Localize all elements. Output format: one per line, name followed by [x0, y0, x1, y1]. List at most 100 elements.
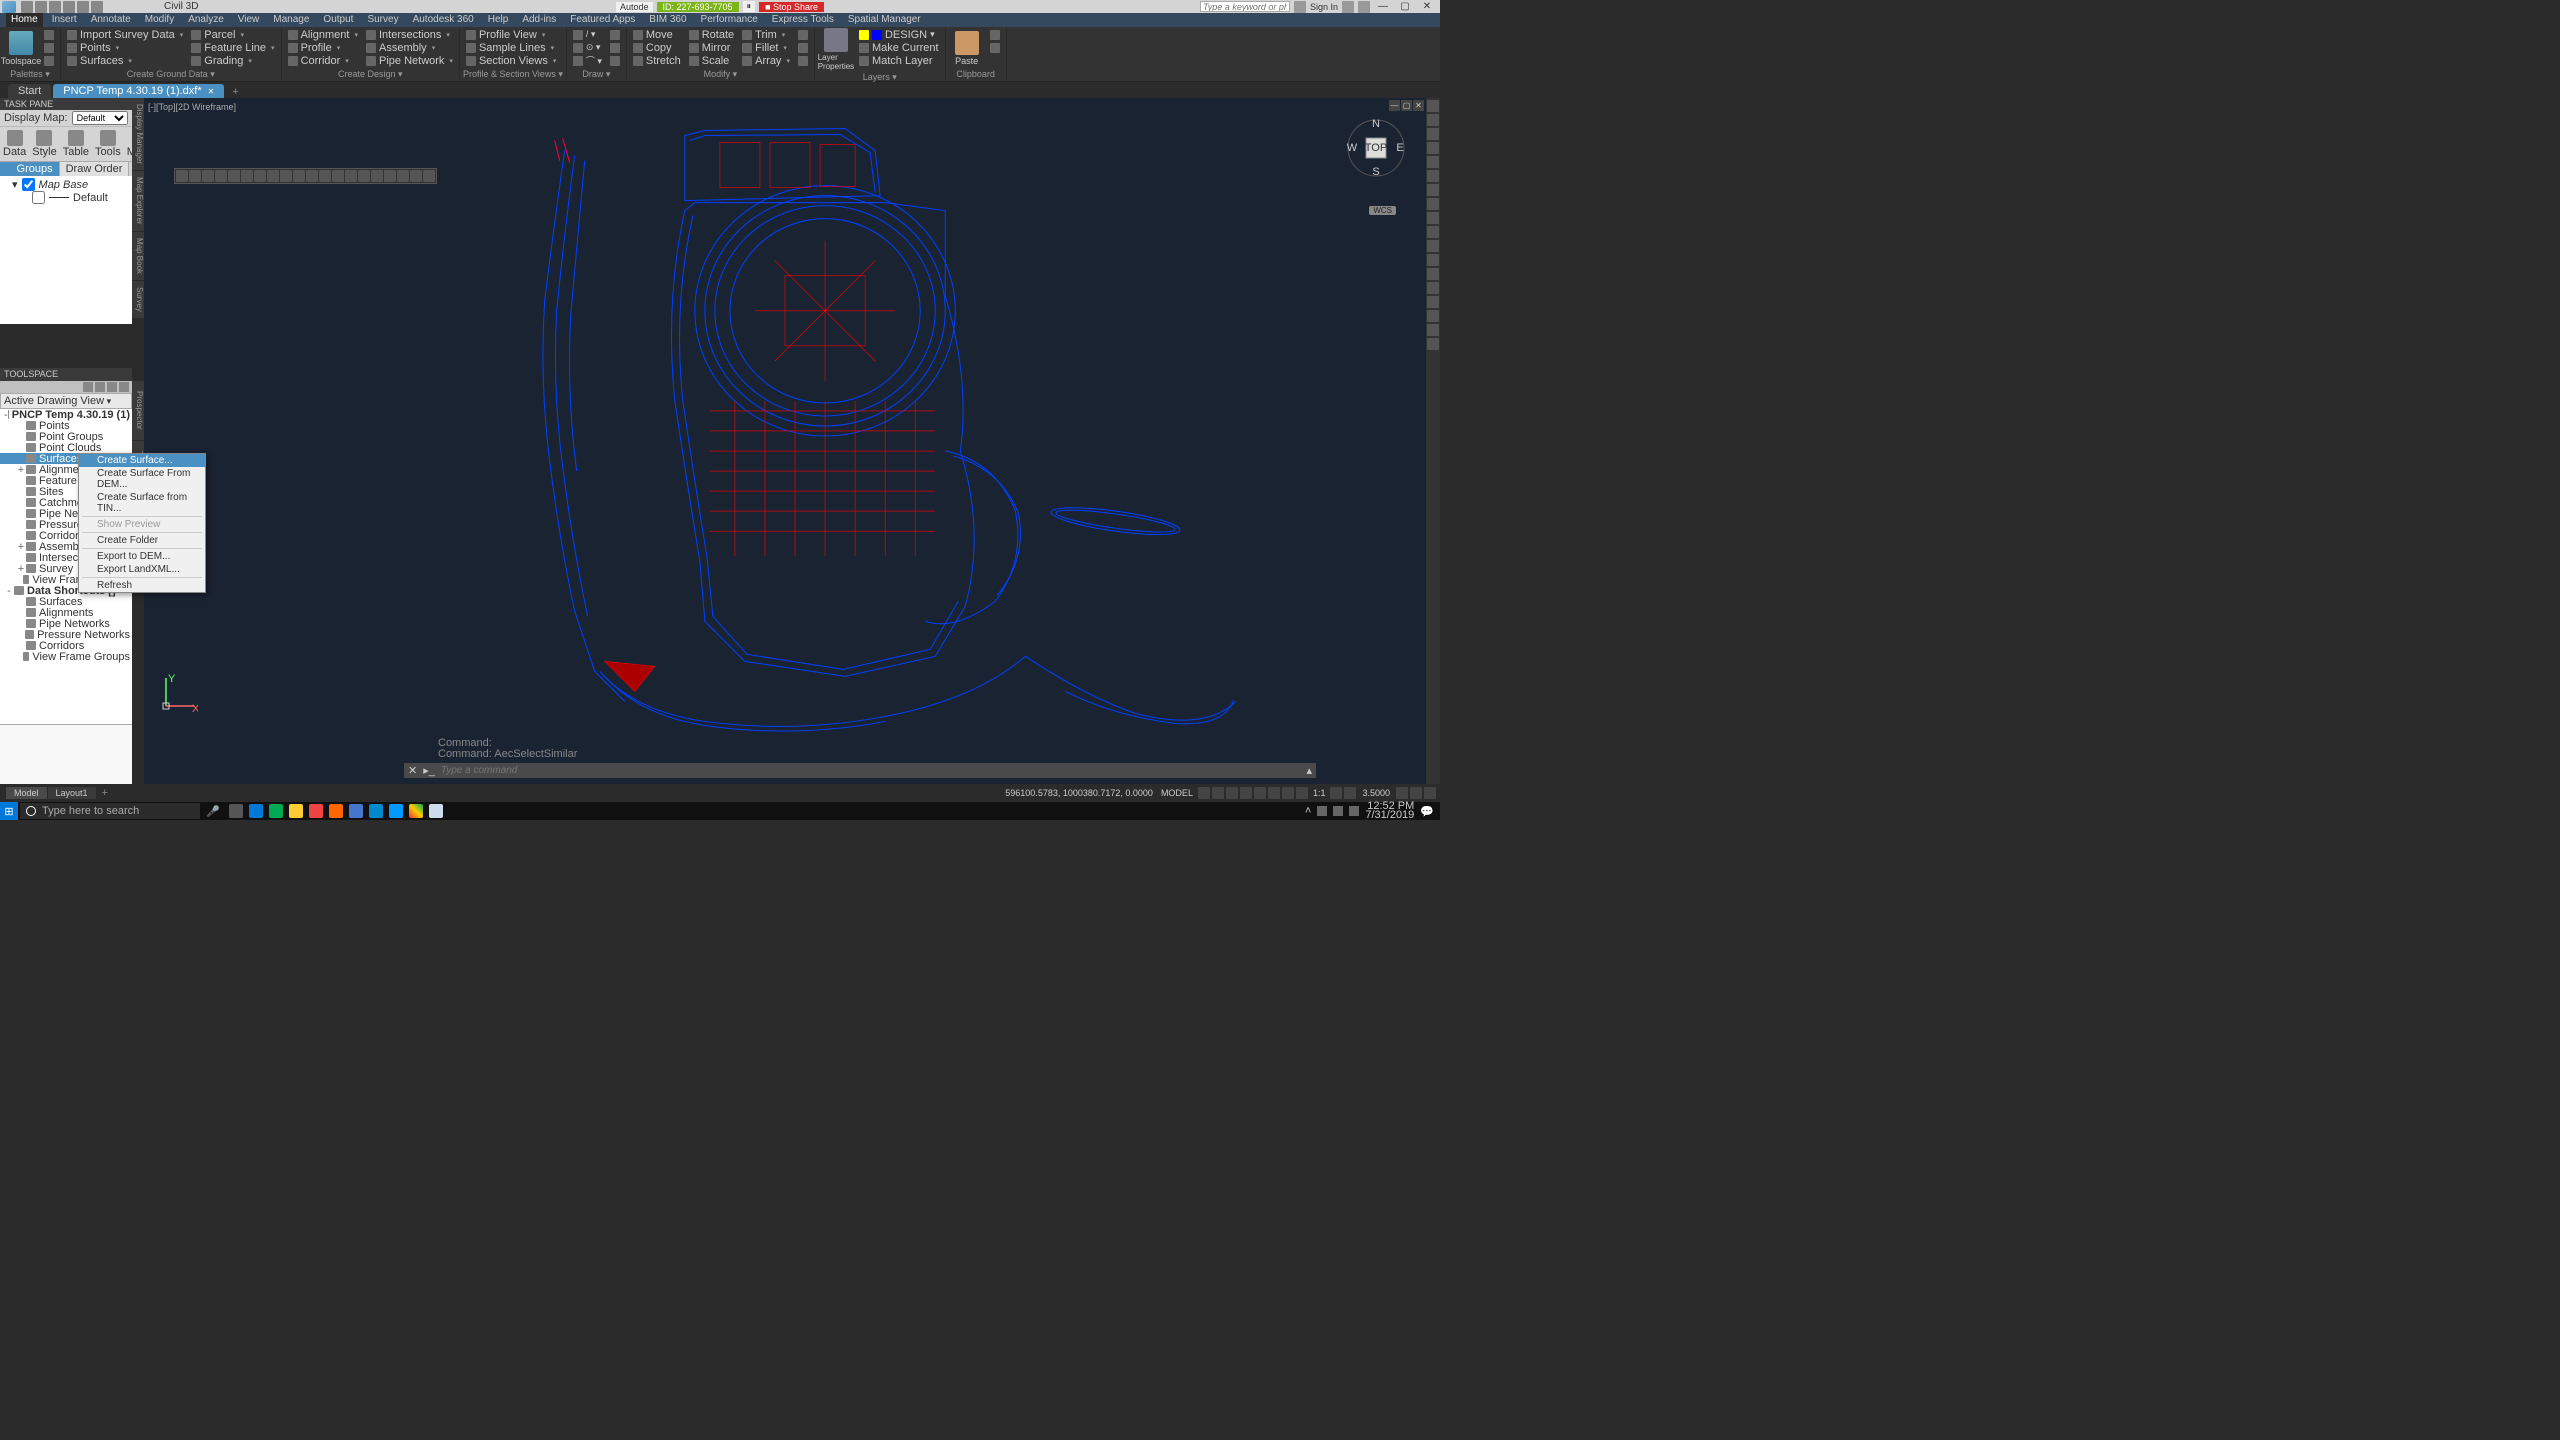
ribbon-tab-help[interactable]: Help	[483, 13, 514, 27]
panel-layers[interactable]: Layers ▾	[818, 71, 942, 83]
file-tab[interactable]: PNCP Temp 4.30.19 (1).dxf*✕	[53, 84, 224, 98]
firefox-icon[interactable]	[327, 803, 345, 819]
profile-button[interactable]: Profile	[285, 41, 361, 54]
osnap-toggle-icon[interactable]	[1254, 787, 1266, 799]
rail-tool-6[interactable]	[1427, 184, 1439, 196]
tree-node-alignments[interactable]: Alignments	[0, 607, 132, 618]
surfaces-button[interactable]: Surfaces	[64, 54, 186, 67]
qat-new-icon[interactable]	[21, 1, 33, 13]
signin-icon[interactable]	[1294, 1, 1306, 13]
tray-expand-icon[interactable]: ˄	[1305, 805, 1311, 817]
exchange-icon[interactable]	[1342, 1, 1354, 13]
circle-button[interactable]: ⊙ ▾	[570, 41, 605, 54]
tab-groups[interactable]: Groups	[0, 162, 60, 176]
layer-combo[interactable]: DESIGN ▾	[856, 28, 942, 41]
ucs-icon[interactable]: Y X	[158, 674, 198, 714]
map-base-check[interactable]	[22, 178, 35, 191]
ts-btn-4[interactable]	[119, 382, 129, 392]
panel-modify[interactable]: Modify ▾	[630, 68, 811, 80]
qat-save-icon[interactable]	[49, 1, 61, 13]
grading-button[interactable]: Grading	[188, 54, 277, 67]
transparency-toggle-icon[interactable]	[1296, 787, 1308, 799]
taskpane-tools-button[interactable]: Tools	[95, 130, 121, 158]
model-tab[interactable]: Model	[6, 787, 48, 799]
qat-print-icon[interactable]	[91, 1, 103, 13]
taskpane-data-button[interactable]: Data	[3, 130, 26, 158]
menu-export-to-dem---[interactable]: Export to DEM...	[79, 550, 205, 563]
vtab-survey[interactable]: Survey	[132, 281, 144, 319]
tree-node-pressure-networks[interactable]: Pressure Networks	[0, 629, 132, 640]
menu-create-surface-from-tin---[interactable]: Create Surface from TIN...	[79, 491, 205, 515]
ribbon-tab-bim-360[interactable]: BIM 360	[644, 13, 691, 27]
tray-wifi-icon[interactable]	[1317, 806, 1327, 816]
app-logo[interactable]	[2, 1, 16, 13]
ribbon-tab-home[interactable]: Home	[6, 13, 43, 27]
rail-tool-12[interactable]	[1427, 268, 1439, 280]
rail-tool-9[interactable]	[1427, 226, 1439, 238]
rail-tool-5[interactable]	[1427, 170, 1439, 182]
palette-btn-1[interactable]	[41, 28, 57, 41]
cmd-close-icon[interactable]: ✕	[408, 764, 417, 777]
move-button[interactable]: Move	[630, 28, 684, 41]
rail-tool-15[interactable]	[1427, 310, 1439, 322]
ribbon-tab-modify[interactable]: Modify	[140, 13, 179, 27]
polar-toggle-icon[interactable]	[1240, 787, 1252, 799]
pause-icon[interactable]: ⏸	[743, 1, 756, 12]
palette-btn-3[interactable]	[41, 54, 57, 67]
panel-design[interactable]: Create Design ▾	[285, 68, 456, 80]
taskbar-search[interactable]: Type here to search	[20, 803, 200, 819]
ortho-toggle-icon[interactable]	[1226, 787, 1238, 799]
trim-button[interactable]: Trim	[739, 28, 793, 41]
import-survey-button[interactable]: Import Survey Data	[64, 28, 186, 41]
qat-undo-icon[interactable]	[63, 1, 75, 13]
space-readout[interactable]: MODEL	[1158, 788, 1196, 798]
rail-tool-7[interactable]	[1427, 198, 1439, 210]
rail-tool-0[interactable]	[1427, 100, 1439, 112]
ribbon-tab-express-tools[interactable]: Express Tools	[767, 13, 839, 27]
system-clock[interactable]: 12:52 PM7/31/2019	[1365, 802, 1414, 820]
arc-button[interactable]: ⌒ ▾	[570, 54, 605, 67]
tab-draw-order[interactable]: Draw Order	[60, 162, 130, 176]
corridor-button[interactable]: Corridor	[285, 54, 361, 67]
start-tab[interactable]: Start	[8, 84, 51, 98]
vtab-map-explorer[interactable]: Map Explorer	[132, 171, 144, 232]
ts-btn-1[interactable]	[83, 382, 93, 392]
help-search-input[interactable]	[1200, 1, 1290, 12]
viewcube[interactable]: TOP N S E W	[1346, 118, 1406, 178]
modify-extra-3[interactable]	[795, 54, 811, 67]
menu-export-landxml---[interactable]: Export LandXML...	[79, 563, 205, 576]
taskview-icon[interactable]	[227, 803, 245, 819]
wcs-badge[interactable]: WCS	[1369, 206, 1396, 215]
rail-tool-14[interactable]	[1427, 296, 1439, 308]
ribbon-tab-manage[interactable]: Manage	[268, 13, 314, 27]
panel-ground[interactable]: Create Ground Data ▾	[64, 68, 278, 80]
lineweight-toggle-icon[interactable]	[1282, 787, 1294, 799]
rail-tool-4[interactable]	[1427, 156, 1439, 168]
drawing-canvas[interactable]: Talking: [-][Top][2D Wireframe] —▢✕	[144, 98, 1426, 784]
menu-refresh[interactable]: Refresh	[79, 579, 205, 592]
modify-extra-1[interactable]	[795, 28, 811, 41]
alignment-button[interactable]: Alignment	[285, 28, 361, 41]
view-scale[interactable]: 3.5000	[1358, 788, 1394, 798]
tree-node-view-frame-groups[interactable]: View Frame Groups	[0, 651, 132, 662]
menu-create-surface---[interactable]: Create Surface...	[79, 454, 205, 467]
mirror-button[interactable]: Mirror	[686, 41, 737, 54]
grid-toggle-icon[interactable]	[1198, 787, 1210, 799]
cmd-expand-icon[interactable]: ▴	[1306, 764, 1312, 777]
layout1-tab[interactable]: Layout1	[48, 787, 97, 799]
tray-sound-icon[interactable]	[1333, 806, 1343, 816]
pline-button[interactable]	[607, 54, 623, 67]
active-drawing-view-combo[interactable]: Active Drawing View ▾	[0, 393, 132, 409]
ribbon-tab-view[interactable]: View	[233, 13, 265, 27]
rail-tool-11[interactable]	[1427, 254, 1439, 266]
make-current-button[interactable]: Make Current	[856, 41, 942, 54]
ribbon-tab-insert[interactable]: Insert	[47, 13, 82, 27]
help-icon[interactable]	[1358, 1, 1370, 13]
points-button[interactable]: Points	[64, 41, 186, 54]
anno-ratio[interactable]: 1:1	[1310, 788, 1329, 798]
menu-create-folder[interactable]: Create Folder	[79, 534, 205, 547]
parcel-button[interactable]: Parcel	[188, 28, 277, 41]
rect-button[interactable]	[607, 28, 623, 41]
panel-draw[interactable]: Draw ▾	[570, 68, 623, 80]
tray-net-icon[interactable]	[1349, 806, 1359, 816]
